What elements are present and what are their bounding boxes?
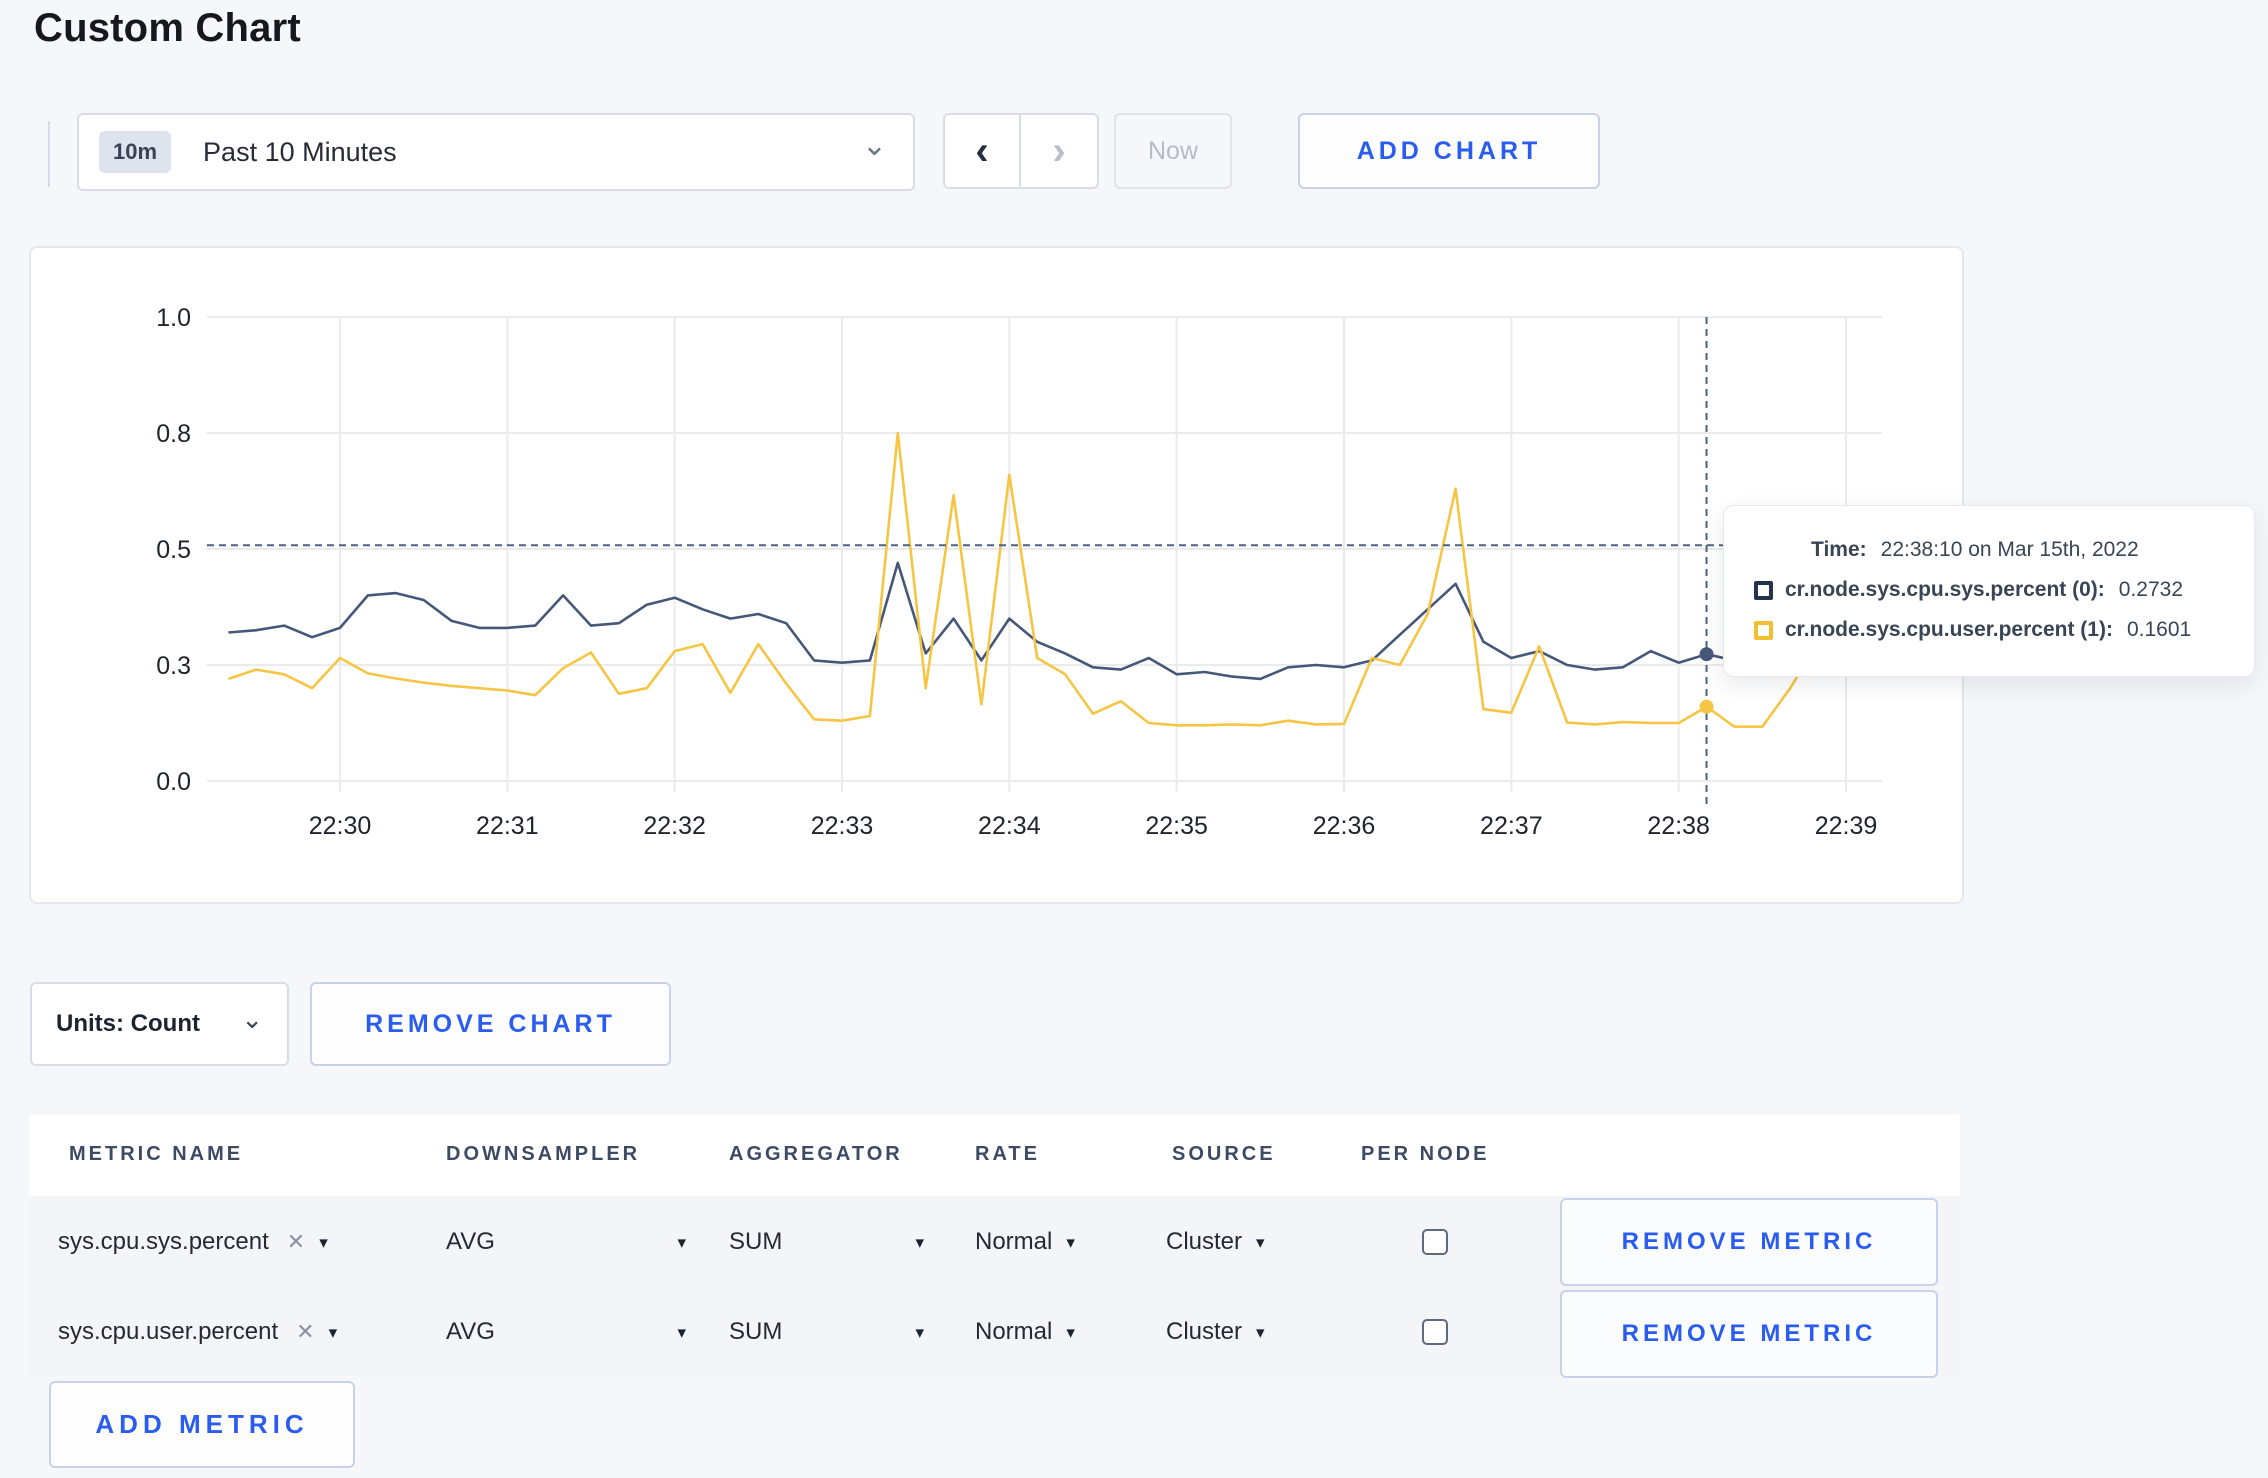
tooltip-sys-label: cr.node.sys.cpu.sys.percent (0):	[1785, 578, 2105, 601]
page-title: Custom Chart	[34, 6, 301, 50]
source-value: Cluster	[1166, 1318, 1243, 1345]
x-axis-tick-label: 22:34	[978, 812, 1041, 840]
time-back-button[interactable]: ‹	[945, 115, 1021, 187]
close-icon[interactable]: ✕	[296, 1319, 314, 1345]
series-line-user	[227, 431, 1875, 729]
per-node-checkbox[interactable]	[1422, 1319, 1448, 1345]
caret-down-icon: ▾	[319, 1233, 328, 1252]
header-rate: RATE	[975, 1143, 1040, 1165]
source-dropdown[interactable]: Cluster ▾	[1166, 1196, 1265, 1288]
header-metric-name: METRIC NAME	[69, 1143, 244, 1165]
per-node-cell	[1422, 1196, 1448, 1288]
close-icon[interactable]: ✕	[287, 1229, 305, 1255]
x-axis-tick-label: 22:37	[1480, 812, 1543, 840]
y-axis-tick-label: 0.8	[156, 420, 191, 448]
aggregator-dropdown[interactable]: SUM ▾	[729, 1196, 924, 1288]
caret-down-icon: ▾	[915, 1233, 924, 1252]
metric-name-value: sys.cpu.sys.percent	[58, 1228, 269, 1255]
timeseries-chart[interactable]: 0.0 0.3 0.5 0.8 1.0 22:30 22:31 22:32 22:33 22:34…	[31, 248, 1966, 906]
rate-dropdown[interactable]: Normal ▾	[975, 1288, 1075, 1376]
downsampler-value: AVG	[446, 1318, 495, 1345]
time-nav-group: ‹ ›	[943, 113, 1099, 189]
tooltip-sys-row: cr.node.sys.cpu.sys.percent (0): 0.2732	[1754, 570, 2254, 610]
caret-down-icon: ▾	[1066, 1233, 1075, 1252]
series-line-sys	[228, 561, 1875, 681]
downsampler-value: AVG	[446, 1228, 495, 1255]
tooltip-sys-value: 0.2732	[2118, 578, 2184, 601]
x-axis-tick-label: 22:31	[476, 812, 539, 840]
x-axis-tick-label: 22:36	[1313, 812, 1376, 840]
time-window-dropdown[interactable]: 10m Past 10 Minutes ⌄	[77, 113, 915, 191]
caret-down-icon: ▾	[328, 1323, 338, 1342]
per-node-checkbox[interactable]	[1422, 1229, 1448, 1255]
x-axis-tick-label: 22:39	[1815, 812, 1878, 840]
metrics-table-rows: sys.cpu.sys.percent ✕ ▾ AVG ▾ SUM ▾ Norm…	[29, 1196, 1960, 1378]
rate-value: Normal	[975, 1318, 1053, 1345]
hover-point-dot	[1699, 647, 1714, 662]
add-chart-button[interactable]: ADD CHART	[1298, 113, 1600, 189]
time-window-badge: 10m	[99, 131, 172, 173]
per-node-cell	[1422, 1288, 1448, 1376]
aggregator-value: SUM	[729, 1228, 783, 1255]
remove-chart-button[interactable]: REMOVE CHART	[310, 982, 671, 1066]
now-button[interactable]: Now	[1114, 113, 1232, 189]
x-axis-tick-label: 22:32	[643, 812, 706, 840]
remove-metric-button[interactable]: REMOVE METRIC	[1560, 1290, 1938, 1378]
tooltip-time-row: Time: 22:38:10 on Mar 15th, 2022	[1754, 530, 2254, 570]
aggregator-value: SUM	[729, 1318, 783, 1345]
tooltip-time-label: Time:	[1811, 538, 1867, 561]
source-value: Cluster	[1166, 1228, 1243, 1255]
caret-down-icon: ▾	[1066, 1323, 1075, 1342]
tooltip-user-row: cr.node.sys.cpu.user.percent (1): 0.1601	[1754, 610, 2254, 650]
units-label: Units: Count	[56, 1010, 200, 1037]
header-downsampler: DOWNSAMPLER	[446, 1143, 641, 1165]
metric-name-dropdown[interactable]: sys.cpu.user.percent ✕ ▾	[58, 1288, 337, 1376]
x-axis-tick-label: 22:35	[1145, 812, 1208, 840]
header-aggregator: AGGREGATOR	[729, 1143, 903, 1165]
tooltip-user-label: cr.node.sys.cpu.user.percent (1):	[1785, 618, 2113, 641]
caret-down-icon: ▾	[1256, 1233, 1265, 1252]
caret-down-icon: ▾	[915, 1323, 924, 1342]
time-forward-button[interactable]: ›	[1021, 115, 1097, 187]
x-axis-tick-label: 22:30	[309, 812, 372, 840]
aggregator-dropdown[interactable]: SUM ▾	[729, 1288, 924, 1376]
tooltip-time-value: 22:38:10 on Mar 15th, 2022	[1880, 538, 2139, 561]
caret-down-icon: ▾	[677, 1233, 686, 1252]
sys-series-swatch-icon	[1754, 580, 1773, 600]
caret-down-icon: ▾	[677, 1323, 686, 1342]
units-dropdown[interactable]: Units: Count ⌄	[30, 982, 289, 1066]
metric-name-dropdown[interactable]: sys.cpu.sys.percent ✕ ▾	[58, 1196, 328, 1288]
remove-metric-button[interactable]: REMOVE METRIC	[1560, 1198, 1938, 1286]
x-axis-tick-label: 22:33	[811, 812, 874, 840]
metric-name-value: sys.cpu.user.percent	[58, 1318, 279, 1345]
source-dropdown[interactable]: Cluster ▾	[1166, 1288, 1265, 1376]
header-per-node: PER NODE	[1361, 1143, 1490, 1165]
x-axis-tick-label: 22:38	[1647, 812, 1710, 840]
hover-point-dot	[1699, 699, 1714, 714]
header-source: SOURCE	[1172, 1143, 1276, 1165]
downsampler-dropdown[interactable]: AVG ▾	[446, 1196, 686, 1288]
y-axis-tick-label: 0.5	[156, 536, 191, 564]
chevron-right-icon: ›	[1052, 128, 1066, 173]
chevron-left-icon: ‹	[975, 128, 989, 173]
downsampler-dropdown[interactable]: AVG ▾	[446, 1288, 686, 1376]
rate-value: Normal	[975, 1228, 1053, 1255]
toolbar-divider	[48, 121, 50, 187]
time-window-label: Past 10 Minutes	[203, 136, 397, 167]
rate-dropdown[interactable]: Normal ▾	[975, 1196, 1075, 1288]
y-axis-tick-label: 1.0	[156, 304, 191, 332]
caret-down-icon: ▾	[1256, 1323, 1265, 1342]
tooltip-user-value: 0.1601	[2126, 618, 2192, 641]
metrics-table-header: METRIC NAME DOWNSAMPLER AGGREGATOR RATE …	[29, 1115, 1960, 1196]
chart-tooltip: Time: 22:38:10 on Mar 15th, 2022 cr.node…	[1723, 505, 2255, 677]
user-series-swatch-icon	[1754, 620, 1773, 640]
chart-card: 0.0 0.3 0.5 0.8 1.0 22:30 22:31 22:32 22:33 22:34…	[29, 246, 1964, 904]
y-axis-tick-label: 0.0	[156, 768, 191, 796]
add-metric-button[interactable]: ADD METRIC	[49, 1381, 355, 1468]
y-axis-tick-label: 0.3	[156, 652, 191, 680]
